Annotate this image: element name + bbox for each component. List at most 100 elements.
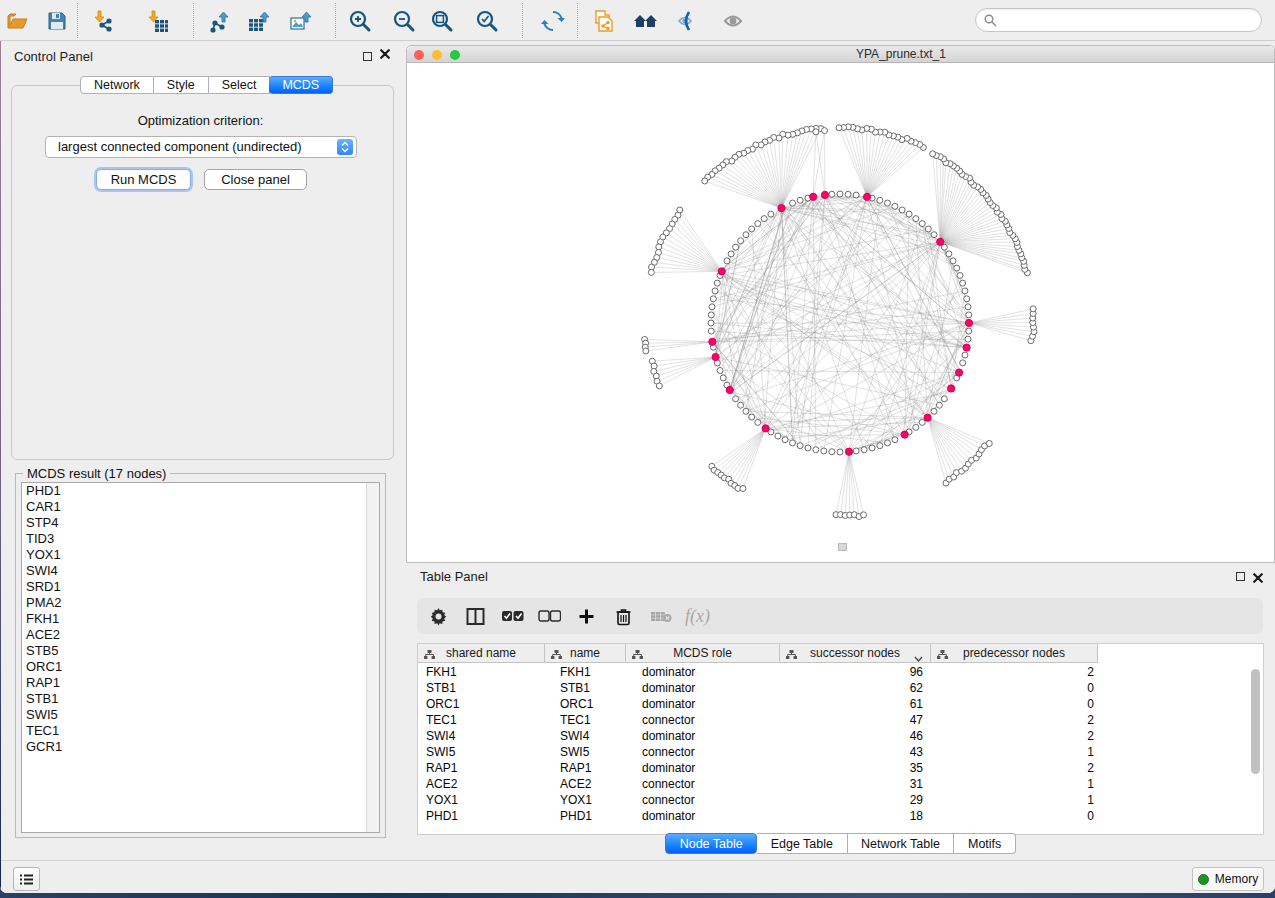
table-toolbar: f(x): [417, 598, 1263, 634]
tab-edge-table[interactable]: Edge Table: [757, 833, 847, 854]
mcds-result-item[interactable]: STB1: [22, 691, 379, 707]
network-view-title: YPA_prune.txt_1: [856, 47, 946, 61]
mcds-list-scrollbar[interactable]: [366, 483, 379, 832]
column-header-predecessor-nodes[interactable]: predecessor nodes: [931, 644, 1098, 663]
cell-successor-nodes: 35: [780, 760, 923, 776]
mcds-result-item[interactable]: GCR1: [22, 739, 379, 755]
network-view-window: YPA_prune.txt_1: [406, 45, 1275, 563]
control-panel-close-icon[interactable]: [380, 48, 390, 62]
table-panel-close-icon[interactable]: [1253, 572, 1263, 586]
add-column-icon[interactable]: [568, 604, 605, 628]
tab-network-table[interactable]: Network Table: [848, 833, 955, 854]
zoom-selected-icon[interactable]: [474, 8, 500, 34]
table-row[interactable]: SWI5SWI5connector431: [418, 744, 1263, 760]
control-panel-float-icon[interactable]: [363, 52, 372, 61]
table-row[interactable]: YOX1YOX1connector291: [418, 792, 1263, 808]
table-gear-icon[interactable]: [420, 604, 457, 628]
mcds-result-item[interactable]: FKH1: [22, 611, 379, 627]
cell-name: FKH1: [560, 664, 591, 680]
traffic-light-zoom-icon[interactable]: [450, 50, 460, 60]
column-header-shared-name[interactable]: shared name: [418, 644, 545, 663]
cell-successor-nodes: 29: [780, 792, 923, 808]
column-header-name[interactable]: name: [545, 644, 626, 663]
control-panel: Control Panel NetworkStyleSelectMCDS Opt…: [1, 41, 400, 860]
export-table-icon[interactable]: [246, 8, 272, 34]
memory-button[interactable]: Memory: [1192, 867, 1264, 891]
table-panel-float-icon[interactable]: [1236, 572, 1245, 581]
cell-predecessor-nodes: 1: [931, 776, 1094, 792]
delete-column-icon[interactable]: [605, 604, 642, 628]
tab-motifs[interactable]: Motifs: [954, 833, 1015, 854]
table-row[interactable]: ORC1ORC1dominator610: [418, 696, 1263, 712]
deselect-all-columns-icon[interactable]: [531, 604, 568, 628]
zoom-fit-icon[interactable]: [429, 8, 455, 34]
mcds-result-item[interactable]: STB5: [22, 643, 379, 659]
zoom-out-icon[interactable]: [391, 8, 417, 34]
cell-predecessor-nodes: 2: [931, 712, 1094, 728]
mcds-result-list[interactable]: PHD1CAR1STP4TID3YOX1SWI4SRD1PMA2FKH1ACE2…: [21, 482, 380, 833]
table-scrollbar-thumb[interactable]: [1251, 669, 1260, 774]
mcds-result-item[interactable]: SRD1: [22, 579, 379, 595]
network-graph[interactable]: [407, 63, 1274, 563]
search-input[interactable]: [975, 8, 1262, 32]
tab-network[interactable]: Network: [80, 76, 154, 94]
show-hide-style-icon[interactable]: [676, 8, 702, 34]
cell-shared-name: STB1: [426, 680, 456, 696]
cell-mcds-role: dominator: [642, 664, 695, 680]
table-row[interactable]: STB1STB1dominator620: [418, 680, 1263, 696]
cell-predecessor-nodes: 2: [931, 664, 1094, 680]
run-mcds-button[interactable]: Run MCDS: [96, 169, 191, 190]
tab-select[interactable]: Select: [209, 76, 271, 94]
cell-shared-name: SWI4: [426, 728, 455, 744]
export-image-icon[interactable]: [288, 8, 314, 34]
cell-predecessor-nodes: 2: [931, 728, 1094, 744]
splitter-handle[interactable]: [838, 543, 847, 551]
export-network-icon[interactable]: [207, 8, 233, 34]
mcds-result-item[interactable]: YOX1: [22, 547, 379, 563]
column-header-MCDS-role[interactable]: MCDS role: [626, 644, 780, 663]
table-row[interactable]: RAP1RAP1dominator352: [418, 760, 1263, 776]
cell-name: SWI4: [560, 728, 589, 744]
table-row[interactable]: FKH1FKH1dominator962: [418, 664, 1263, 680]
mcds-result-item[interactable]: CAR1: [22, 499, 379, 515]
task-history-button[interactable]: [13, 867, 40, 891]
import-network-icon[interactable]: [91, 8, 117, 34]
zoom-in-icon[interactable]: [347, 8, 373, 34]
tab-style[interactable]: Style: [154, 76, 209, 94]
cell-mcds-role: dominator: [642, 760, 695, 776]
traffic-light-minimize-icon[interactable]: [432, 50, 442, 60]
mcds-result-item[interactable]: PMA2: [22, 595, 379, 611]
optimization-criterion-label: Optimization criterion:: [1, 113, 400, 128]
save-session-icon[interactable]: [44, 8, 70, 34]
memory-label: Memory: [1215, 872, 1258, 886]
import-table-icon[interactable]: [145, 8, 171, 34]
mcds-result-item[interactable]: SWI4: [22, 563, 379, 579]
mcds-result-item[interactable]: ORC1: [22, 659, 379, 675]
clone-network-icon[interactable]: [591, 8, 617, 34]
select-all-columns-icon[interactable]: [494, 604, 531, 628]
mcds-result-item[interactable]: SWI5: [22, 707, 379, 723]
mcds-result-item[interactable]: TEC1: [22, 723, 379, 739]
mcds-result-item[interactable]: TID3: [22, 531, 379, 547]
tab-mcds[interactable]: MCDS: [269, 76, 333, 94]
search-sites-icon[interactable]: [633, 8, 659, 34]
node-table[interactable]: shared namenameMCDS rolesuccessor nodesp…: [417, 643, 1264, 835]
cell-mcds-role: dominator: [642, 728, 695, 744]
open-file-icon[interactable]: [4, 8, 30, 34]
table-row[interactable]: SWI4SWI4dominator462: [418, 728, 1263, 744]
mcds-result-item[interactable]: STP4: [22, 515, 379, 531]
mcds-result-item[interactable]: PHD1: [22, 483, 379, 499]
table-row[interactable]: ACE2ACE2connector311: [418, 776, 1263, 792]
table-row[interactable]: TEC1TEC1connector472: [418, 712, 1263, 728]
refresh-icon[interactable]: [540, 8, 566, 34]
column-header-successor-nodes[interactable]: successor nodes: [780, 644, 931, 663]
criterion-dropdown[interactable]: largest connected component (undirected): [45, 136, 357, 158]
main-toolbar: [0, 0, 1275, 41]
tab-node-table[interactable]: Node Table: [665, 833, 757, 854]
mcds-result-item[interactable]: ACE2: [22, 627, 379, 643]
table-columns-icon[interactable]: [457, 604, 494, 628]
close-panel-button[interactable]: Close panel: [204, 169, 307, 190]
table-row[interactable]: PHD1PHD1dominator180: [418, 808, 1263, 824]
mcds-result-item[interactable]: RAP1: [22, 675, 379, 691]
traffic-light-close-icon[interactable]: [414, 50, 424, 60]
